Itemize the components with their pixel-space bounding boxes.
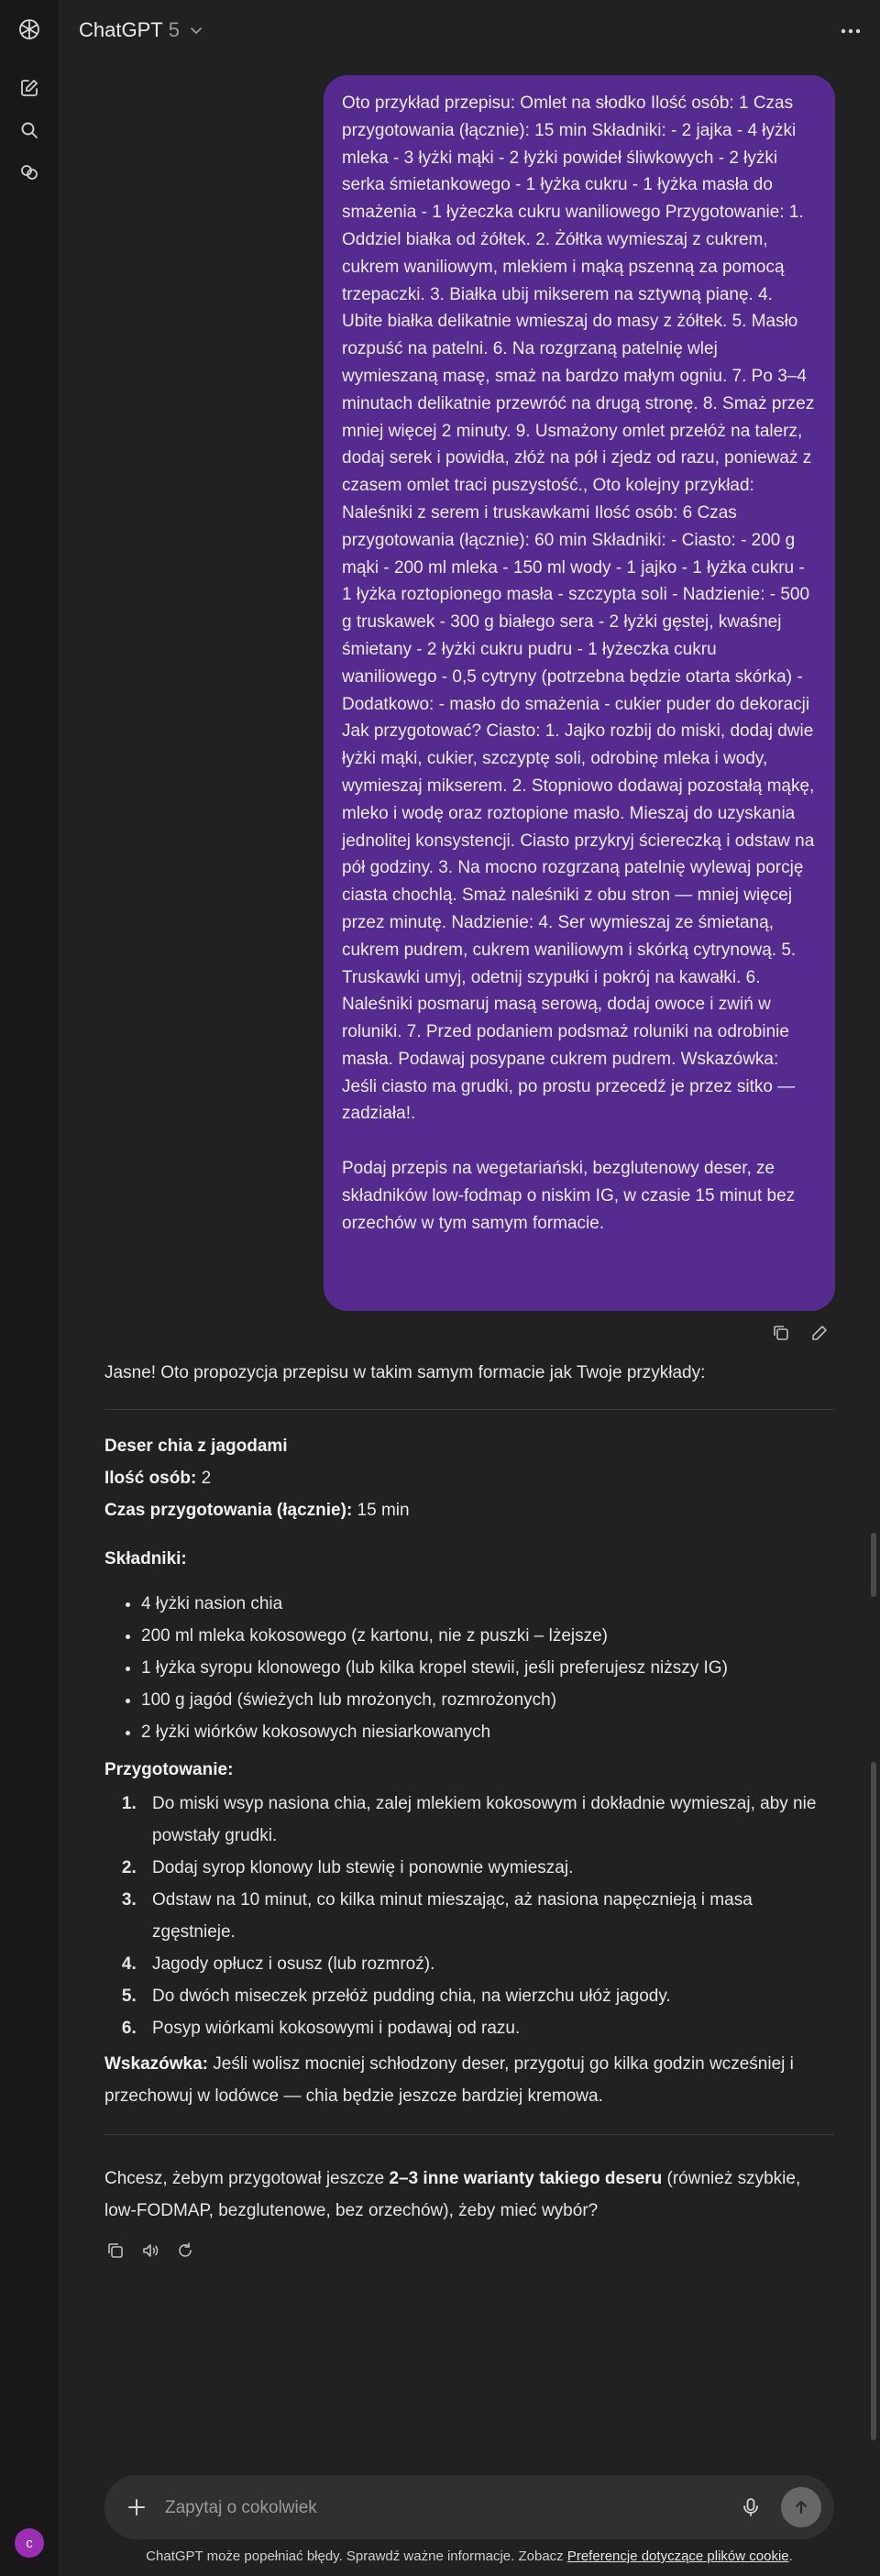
send-arrow-icon bbox=[795, 2500, 808, 2515]
top-bar: ChatGPT 5 bbox=[59, 0, 880, 61]
scrollbar-thumb[interactable] bbox=[871, 1533, 876, 1597]
divider bbox=[104, 2134, 834, 2135]
assistant-intro: Jasne! Oto propozycja przepisu w takim s… bbox=[104, 1363, 706, 1382]
servings-label: Ilość osób: bbox=[104, 1469, 197, 1488]
time-value: 15 min bbox=[352, 1501, 410, 1520]
steps-list: Do miski wsyp nasiona chia, zalej mlekie… bbox=[104, 1788, 834, 2044]
composer bbox=[104, 2475, 834, 2539]
chat-input[interactable] bbox=[163, 2492, 680, 2525]
followup-bold: 2–3 inne warianty takiego deseru bbox=[389, 2169, 663, 2188]
mic-icon[interactable] bbox=[739, 2495, 763, 2519]
scrollbar-thumb[interactable] bbox=[871, 1762, 876, 2440]
list-item: Posyp wiórkami kokosowymi i podawaj od r… bbox=[141, 2012, 834, 2044]
disclaimer-end: . bbox=[788, 2548, 793, 2564]
disclaimer-text: ChatGPT może popełniać błędy. Sprawdź wa… bbox=[146, 2548, 567, 2564]
tip-label: Wskazówka: bbox=[104, 2054, 208, 2074]
list-item: 200 ml mleka kokosowego (z kartonu, nie … bbox=[141, 1620, 834, 1652]
library-icon[interactable] bbox=[16, 160, 42, 185]
assistant-actions bbox=[104, 2240, 834, 2262]
sidebar-rail: c bbox=[0, 0, 60, 2576]
plus-icon[interactable] bbox=[125, 2495, 148, 2519]
edit-icon[interactable] bbox=[808, 1322, 830, 1344]
tip-text: Jeśli wolisz mocniej schłodzony deser, p… bbox=[104, 2054, 794, 2106]
model-version: 5 bbox=[168, 18, 180, 41]
avatar[interactable]: c bbox=[15, 2528, 44, 2558]
list-item: 4 łyżki nasion chia bbox=[141, 1588, 834, 1620]
new-chat-icon[interactable] bbox=[16, 75, 42, 101]
model-name: ChatGPT bbox=[79, 18, 163, 41]
divider bbox=[104, 1409, 834, 1410]
list-item: 100 g jagód (świeżych lub mrożonych, roz… bbox=[141, 1684, 834, 1716]
regenerate-icon[interactable] bbox=[174, 2240, 196, 2262]
search-icon[interactable] bbox=[16, 117, 42, 143]
disclaimer-footer: ChatGPT może popełniać błędy. Sprawdź wa… bbox=[59, 2548, 880, 2564]
list-item: 1 łyżka syropu klonowego (lub kilka krop… bbox=[141, 1652, 834, 1684]
openai-logo-icon[interactable] bbox=[16, 17, 42, 42]
copy-icon[interactable] bbox=[104, 2240, 126, 2262]
list-item: Jagody opłucz i osusz (lub rozmroź). bbox=[141, 1948, 834, 1980]
list-item: 2 łyżki wiórków kokosowych niesiarkowany… bbox=[141, 1716, 834, 1748]
list-item: Odstaw na 10 minut, co kilka minut miesz… bbox=[141, 1884, 834, 1948]
more-dots-icon[interactable] bbox=[838, 18, 864, 44]
user-message-bubble: Oto przykład przepisu: Omlet na słodko I… bbox=[324, 75, 835, 1311]
copy-icon[interactable] bbox=[770, 1322, 792, 1344]
ingredients-list: 4 łyżki nasion chia 200 ml mleka kokosow… bbox=[104, 1588, 834, 1748]
followup-question: Chcesz, żebym przygotował jeszcze 2–3 in… bbox=[104, 2163, 834, 2227]
assistant-message: Jasne! Oto propozycja przepisu w takim s… bbox=[104, 1357, 834, 2262]
send-button[interactable] bbox=[781, 2487, 821, 2527]
followup-pre: Chcesz, żebym przygotował jeszcze bbox=[104, 2169, 390, 2188]
cookie-preferences-link[interactable]: Preferencje dotyczące plików cookie bbox=[567, 2548, 789, 2564]
user-message-actions bbox=[770, 1322, 830, 1344]
servings-value: 2 bbox=[196, 1469, 212, 1488]
time-label: Czas przygotowania (łącznie): bbox=[104, 1501, 353, 1520]
time-line: Czas przygotowania (łącznie): 15 min bbox=[104, 1494, 834, 1526]
ingredients-heading: Składniki: bbox=[104, 1549, 187, 1569]
recipe-title: Deser chia z jagodami bbox=[104, 1437, 288, 1456]
list-item: Do miski wsyp nasiona chia, zalej mlekie… bbox=[141, 1788, 834, 1852]
list-item: Dodaj syrop klonowy lub stewię i ponowni… bbox=[141, 1852, 834, 1884]
steps-heading: Przygotowanie: bbox=[104, 1760, 234, 1779]
list-item: Do dwóch miseczek przełóż pudding chia, … bbox=[141, 1980, 834, 2012]
tip-paragraph: Wskazówka: Jeśli wolisz mocniej schłodzo… bbox=[104, 2048, 834, 2112]
servings-line: Ilość osób: 2 bbox=[104, 1462, 834, 1494]
chevron-down-icon bbox=[185, 19, 207, 41]
model-selector[interactable]: ChatGPT 5 bbox=[79, 18, 207, 42]
speaker-icon[interactable] bbox=[139, 2240, 161, 2262]
